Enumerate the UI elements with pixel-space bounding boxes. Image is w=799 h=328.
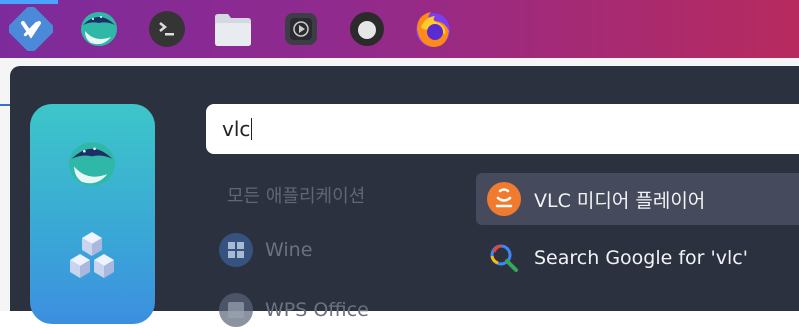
- firefox-icon[interactable]: [410, 7, 456, 51]
- app-item-wine[interactable]: Wine: [218, 232, 312, 268]
- launcher-icon[interactable]: [8, 7, 54, 51]
- terminal-icon[interactable]: [144, 7, 190, 51]
- wine-icon: [219, 233, 253, 267]
- media-player-icon[interactable]: [278, 7, 324, 51]
- app-launcher: vlc 모든 애플리케이션 Wine WPS Office VLC 미디어 플레…: [10, 66, 799, 327]
- app-item-label: Wine: [265, 239, 313, 261]
- search-result-vlc[interactable]: VLC 미디어 플레이어: [476, 173, 799, 225]
- search-result-google[interactable]: Search Google for 'vlc': [476, 232, 799, 284]
- category-title: 모든 애플리케이션: [227, 186, 366, 207]
- app-item-wps-office[interactable]: WPS Office: [218, 292, 369, 328]
- taskbar: [0, 0, 799, 58]
- whale-browser-icon[interactable]: [64, 136, 120, 196]
- whale-browser-icon[interactable]: [76, 7, 122, 51]
- vlc-icon: [487, 182, 521, 216]
- obs-icon[interactable]: [344, 7, 390, 51]
- text-caret: [251, 118, 253, 140]
- launcher-sidebar: [30, 104, 155, 324]
- files-icon[interactable]: [210, 7, 256, 51]
- search-value: vlc: [222, 117, 251, 141]
- active-indicator: [0, 0, 58, 4]
- background-accent-line: [0, 104, 10, 106]
- wps-office-icon: [219, 293, 253, 327]
- search-input[interactable]: vlc: [206, 104, 799, 154]
- search-icon: [490, 244, 518, 272]
- search-result-label: Search Google for 'vlc': [534, 247, 748, 269]
- apps-cube-icon[interactable]: [64, 228, 120, 288]
- app-item-label: WPS Office: [265, 299, 369, 321]
- search-result-label: VLC 미디어 플레이어: [534, 189, 706, 212]
